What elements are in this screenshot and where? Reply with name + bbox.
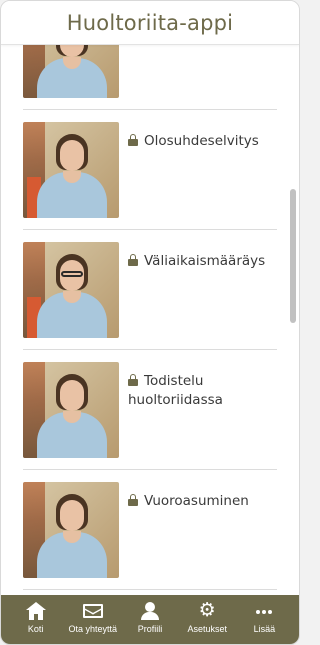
tab-label: Koti <box>27 624 44 634</box>
video-thumbnail[interactable] <box>23 362 119 458</box>
tab-profile[interactable]: Profiili <box>121 595 178 634</box>
list-item-label: Olosuhdeselvitys <box>144 133 259 149</box>
video-list: Olosuhdeselvitys Väliaikaismääräys Todis… <box>1 45 299 590</box>
list-item-title[interactable]: Väliaikaismääräys <box>128 252 277 271</box>
list-item-label: Todistelu huoltoriidassa <box>128 373 223 408</box>
tab-label: Lisää <box>253 624 276 634</box>
video-thumbnail[interactable] <box>23 482 119 578</box>
gear-icon: ⚙ <box>198 599 216 621</box>
list-item-title[interactable]: Todistelu huoltoriidassa <box>128 372 277 410</box>
tab-contact[interactable]: Ota yhteyttä <box>64 595 121 634</box>
envelope-icon <box>82 602 104 620</box>
tab-settings[interactable]: ⚙ Asetukset <box>179 595 236 635</box>
tab-more[interactable]: Lisää <box>236 595 293 634</box>
user-icon <box>139 602 161 620</box>
lock-icon <box>128 254 138 266</box>
list-item-label: Väliaikaismääräys <box>144 253 266 269</box>
list-item[interactable]: Olosuhdeselvitys <box>23 110 277 230</box>
tab-label: Profiili <box>137 624 163 634</box>
lock-icon <box>128 374 138 386</box>
list-item[interactable] <box>23 45 277 110</box>
video-thumbnail[interactable] <box>23 242 119 338</box>
tab-label: Ota yhteyttä <box>68 624 118 634</box>
bottom-tab-bar: Koti Ota yhteyttä Profiili ⚙ Asetukset L… <box>1 595 299 644</box>
scrollbar-thumb[interactable] <box>290 189 296 323</box>
list-item[interactable]: Todistelu huoltoriidassa <box>23 350 277 470</box>
more-icon <box>253 602 275 620</box>
video-thumbnail[interactable] <box>23 45 119 98</box>
tab-home[interactable]: Koti <box>7 595 64 634</box>
tab-label: Asetukset <box>187 624 227 634</box>
lock-icon <box>128 494 138 506</box>
video-list-viewport[interactable]: Olosuhdeselvitys Väliaikaismääräys Todis… <box>1 45 299 597</box>
list-item-title[interactable]: Vuoroasuminen <box>128 492 277 511</box>
app-window: Huoltoriita-appi Olosuhdeselvitys Väliai… <box>0 0 300 645</box>
app-header: Huoltoriita-appi <box>1 1 299 45</box>
list-item-title[interactable]: Olosuhdeselvitys <box>128 132 277 151</box>
app-title: Huoltoriita-appi <box>66 10 234 35</box>
video-thumbnail[interactable] <box>23 122 119 218</box>
lock-icon <box>128 134 138 146</box>
list-item[interactable]: Väliaikaismääräys <box>23 230 277 350</box>
list-item[interactable]: Vuoroasuminen <box>23 470 277 590</box>
list-item-label: Vuoroasuminen <box>144 493 249 509</box>
home-icon <box>25 602 47 620</box>
